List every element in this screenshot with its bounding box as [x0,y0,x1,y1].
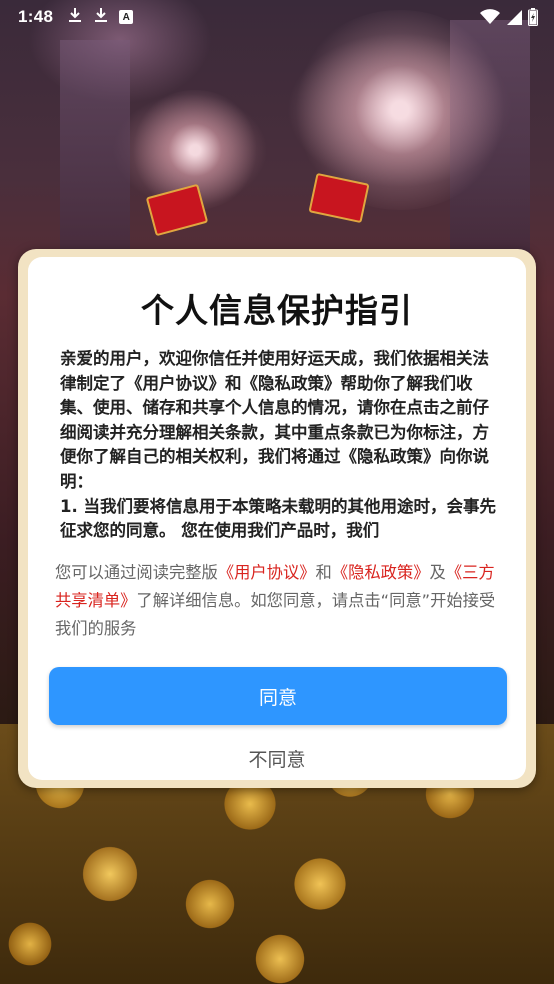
background-building [60,40,130,270]
status-bar: 1:48 A [0,0,554,34]
privacy-dialog: 个人信息保护指引 亲爱的用户，欢迎你信任并使用好运天成，我们依据相关法律制定了《… [28,257,526,780]
notice-prefix: 您可以通过阅读完整版 [55,563,218,582]
signal-icon [506,9,522,25]
privacy-policy-link[interactable]: 《隐私政策》 [332,563,430,582]
privacy-dialog-frame: 个人信息保护指引 亲爱的用户，欢迎你信任并使用好运天成，我们依据相关法律制定了《… [18,249,536,788]
dialog-body-text: 亲爱的用户，欢迎你信任并使用好运天成，我们依据相关法律制定了《用户协议》和《隐私… [60,349,496,541]
wifi-icon [480,9,500,25]
download-icon [67,7,83,27]
status-time: 1:48 [18,7,54,26]
notice-and-2: 及 [429,563,446,582]
user-agreement-link[interactable]: 《用户协议》 [218,563,316,582]
agree-button[interactable]: 同意 [49,667,507,725]
dialog-notice: 您可以通过阅读完整版《用户协议》和《隐私政策》及《三方共享清单》了解详细信息。如… [55,559,502,643]
dialog-body-scroll[interactable]: 亲爱的用户，欢迎你信任并使用好运天成，我们依据相关法律制定了《用户协议》和《隐私… [60,347,498,543]
a-app-icon: A [119,10,134,24]
disagree-button[interactable]: 不同意 [28,741,526,775]
dialog-title: 个人信息保护指引 [141,291,413,330]
battery-charging-icon [528,8,538,26]
notice-and: 和 [315,563,332,582]
download-icon [93,7,109,27]
